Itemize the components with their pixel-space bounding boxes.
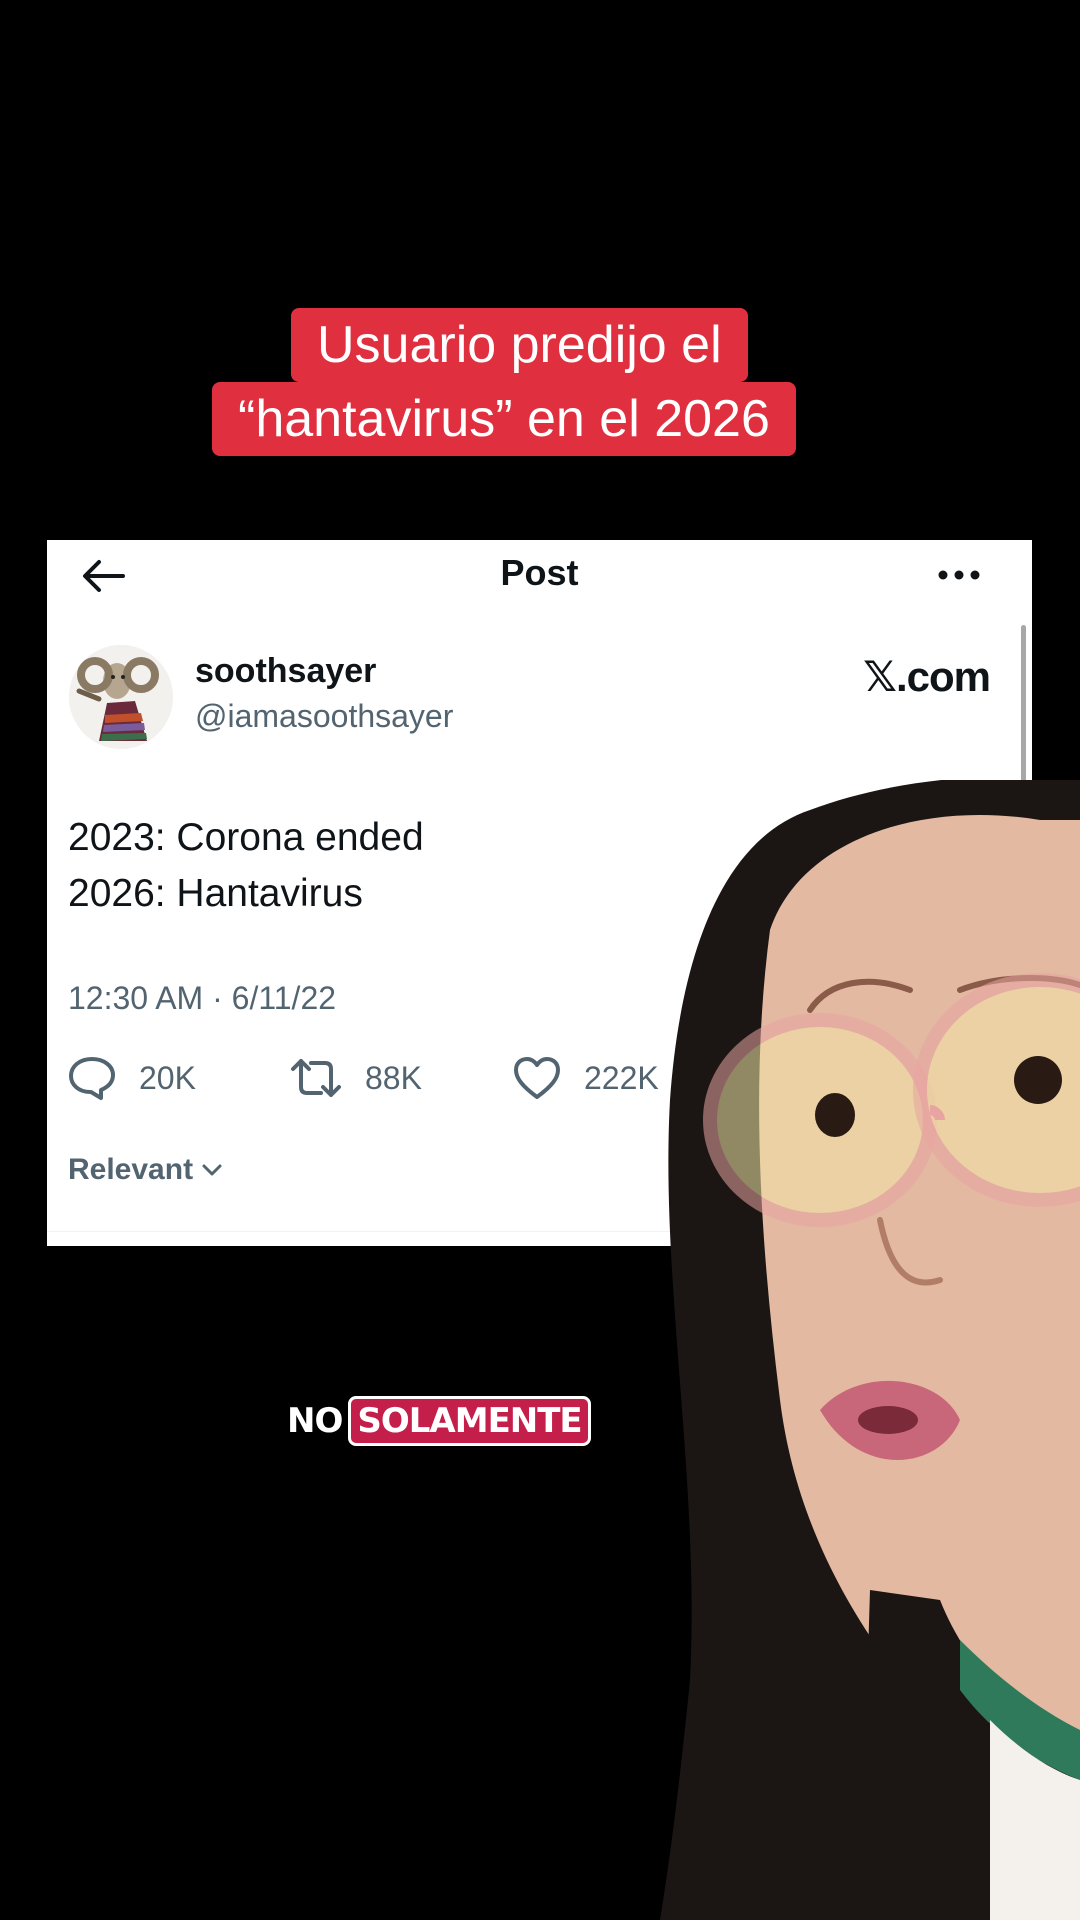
tweet-body: 2023: Corona ended 2026: Hantavirus bbox=[68, 810, 424, 922]
like-count: 222K bbox=[584, 1059, 659, 1096]
post-header: Post bbox=[47, 540, 1032, 610]
more-options-icon[interactable] bbox=[936, 560, 982, 590]
x-logo-icon: 𝕏 bbox=[863, 652, 897, 701]
subtitle-word-highlighted: SOLAMENTE bbox=[348, 1396, 591, 1446]
replies-sort-dropdown[interactable]: Relevant bbox=[68, 1153, 223, 1187]
like-button[interactable]: 222K bbox=[512, 1050, 659, 1106]
author-name[interactable]: soothsayer bbox=[195, 652, 376, 691]
chevron-down-icon bbox=[202, 1164, 222, 1176]
tweet-timestamp[interactable]: 12:30 AM · 6/11/22 bbox=[68, 980, 336, 1017]
x-com-watermark: 𝕏.com bbox=[863, 652, 991, 701]
headline-line-1: Usuario predijo el bbox=[291, 308, 748, 382]
avatar[interactable] bbox=[69, 645, 173, 749]
presenter-video bbox=[660, 780, 1080, 1920]
sort-label: Relevant bbox=[68, 1153, 194, 1186]
tweet-line: 2026: Hantavirus bbox=[68, 872, 363, 915]
scrollbar[interactable] bbox=[1021, 625, 1026, 793]
author-handle[interactable]: @iamasoothsayer bbox=[195, 698, 453, 735]
tweet-line: 2023: Corona ended bbox=[68, 816, 424, 859]
watermark-domain: .com bbox=[895, 653, 991, 700]
reply-button[interactable]: 20K bbox=[67, 1050, 196, 1106]
headline-line-2: “hantavirus” en el 2026 bbox=[212, 382, 796, 456]
avatar-image bbox=[69, 645, 173, 749]
page-title: Post bbox=[500, 552, 579, 593]
reply-icon bbox=[69, 1057, 115, 1100]
subtitle-word: NO bbox=[287, 1401, 343, 1441]
repost-icon bbox=[291, 1059, 341, 1097]
heart-icon bbox=[514, 1057, 560, 1099]
repost-count: 88K bbox=[365, 1059, 422, 1096]
repost-button[interactable]: 88K bbox=[289, 1050, 422, 1106]
video-subtitle: NO SOLAMENTE bbox=[287, 1396, 591, 1446]
reply-count: 20K bbox=[139, 1059, 196, 1096]
